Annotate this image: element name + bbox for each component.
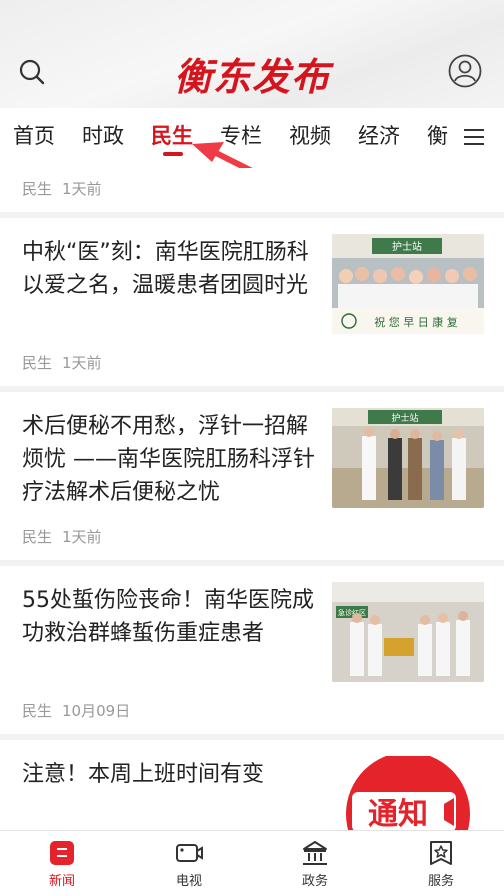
item-meta: 民生 10月09日 (22, 700, 130, 721)
thumb-notice-text: 通知 (368, 797, 428, 830)
tab-home[interactable]: 首页 (13, 120, 55, 150)
item-meta: 民生 1天前 (22, 352, 102, 373)
item-category: 民生 (22, 180, 53, 198)
search-icon[interactable] (18, 58, 46, 86)
tv-icon (176, 844, 203, 862)
news-title: 注意！本周上班时间有变 (22, 762, 265, 787)
nav-government[interactable]: 政务 (275, 839, 355, 889)
partial-list-item[interactable]: 民生 1天前 (0, 168, 504, 212)
thumb-sign: 护士站 (391, 412, 418, 424)
nav-government-label: 政务 (301, 874, 328, 889)
thumb-sign: 急诊红区 (338, 608, 366, 617)
nav-service[interactable]: 服务 (401, 839, 481, 889)
nav-service-label: 服务 (427, 874, 454, 889)
item-time: 1天前 (62, 528, 102, 546)
tab-video[interactable]: 视频 (289, 120, 331, 150)
item-category: 民生 (22, 354, 53, 372)
news-thumbnail: 通知 (332, 752, 484, 830)
nav-tv[interactable]: 电视 (149, 839, 229, 889)
item-time: 1天前 (62, 354, 102, 372)
thumb-caption: 祝 您 早 日 康 复 (374, 315, 457, 329)
news-thumbnail: 护士站 祝 您 早 日 康 复 (332, 234, 484, 334)
news-title: 术后便秘不用愁，浮针一招解烦忧 ——南华医院肛肠科浮针疗法解术后便秘之忧 (22, 414, 315, 505)
government-icon (303, 841, 327, 865)
item-time: 10月09日 (62, 702, 131, 720)
news-thumbnail: 护士站 (332, 408, 484, 508)
app-logo: 衡东发布 (174, 54, 331, 99)
bottom-navigation: 新闻 电视 政务 服务 (0, 830, 504, 896)
app-header: 衡东发布 (0, 0, 504, 108)
tab-economy[interactable]: 经济 (358, 120, 400, 150)
item-meta: 民生 1天前 (22, 526, 102, 547)
nav-news[interactable]: 新闻 (22, 839, 102, 889)
news-icon (50, 841, 74, 865)
news-thumbnail: 急诊红区 (332, 582, 484, 682)
tab-politics[interactable]: 时政 (82, 120, 124, 150)
news-item[interactable]: 55处蜇伤险丧命！南华医院成功救治群蜂蜇伤重症患者 急诊红区 民生 10月09日 (0, 566, 504, 734)
news-item[interactable]: 中秋“医”刻：南华医院肛肠科以爱之名，温暖患者团圆时光 护士站 祝 您 早 日 … (0, 218, 504, 386)
item-category: 民生 (22, 702, 53, 720)
service-icon (430, 841, 452, 865)
nav-news-label: 新闻 (48, 874, 75, 889)
item-time: 1天前 (62, 180, 102, 198)
menu-icon[interactable] (463, 128, 485, 146)
news-item[interactable]: 注意！本周上班时间有变 通知 (0, 740, 504, 830)
nav-tv-label: 电视 (175, 874, 202, 889)
item-meta: 民生 1天前 (22, 178, 102, 199)
active-tab-indicator (163, 152, 183, 156)
thumb-sign: 护士站 (392, 240, 422, 253)
tab-more-partial[interactable]: 衡 (427, 120, 448, 150)
news-title: 中秋“医”刻：南华医院肛肠科以爱之名，温暖患者团圆时光 (22, 240, 309, 298)
news-item[interactable]: 术后便秘不用愁，浮针一招解烦忧 ——南华医院肛肠科浮针疗法解术后便秘之忧 护士站… (0, 392, 504, 560)
tab-livelihood[interactable]: 民生 (151, 120, 193, 150)
user-icon[interactable] (448, 54, 482, 88)
news-title: 55处蜇伤险丧命！南华医院成功救治群蜂蜇伤重症患者 (22, 588, 314, 646)
item-category: 民生 (22, 528, 53, 546)
